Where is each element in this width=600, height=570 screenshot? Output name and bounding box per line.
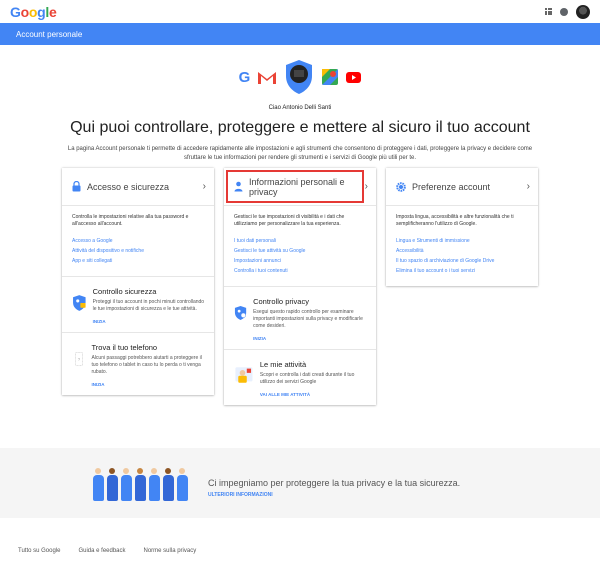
my-activity-button[interactable]: VAI ALLE MIE ATTIVITÀ — [260, 392, 368, 397]
link-accessibilita[interactable]: Accessibilità — [396, 248, 530, 254]
page-subtitle: La pagina Account personale ti permette … — [67, 146, 533, 161]
feature-title: Controllo privacy — [253, 297, 309, 306]
feature-title: Trova il tuo telefono — [91, 343, 158, 352]
top-icons — [545, 4, 590, 19]
card-privacy-header[interactable]: Informazioni personali e privacy › — [224, 168, 376, 206]
security-shield-icon — [73, 295, 86, 311]
card-body: Gestisci le tue impostazioni di visibili… — [224, 206, 376, 286]
link-gestisci-attivita[interactable]: Gestisci le tue attività su Google — [234, 248, 368, 254]
privacy-banner: Ci impegniamo per proteggere la tua priv… — [0, 448, 600, 518]
card-description: Imposta lingua, accessibilità e altre fu… — [396, 214, 514, 227]
bell-icon[interactable] — [560, 7, 568, 16]
card-title: Accesso e sicurezza — [87, 181, 170, 192]
card-links: Accesso a Google Attività del dispositiv… — [72, 238, 206, 264]
feature-text: Esegui questo rapido controllo per esami… — [253, 309, 363, 329]
card-prefs-header[interactable]: Preferenze account › — [386, 168, 538, 206]
phone-icon: ? — [75, 352, 83, 367]
page-title: Qui puoi controllare, proteggere e mette… — [70, 119, 530, 136]
column-security: Accesso e sicurezza › Controlla le impos… — [62, 168, 214, 395]
footer-link-help[interactable]: Guida e feedback — [78, 548, 125, 554]
card-security: Accesso e sicurezza › Controlla le impos… — [62, 168, 214, 395]
people-illustration — [92, 468, 188, 501]
google-logo[interactable]: Google — [10, 4, 57, 20]
link-accesso-google[interactable]: Accesso a Google — [72, 238, 206, 244]
link-dati-personali[interactable]: I tuoi dati personali — [234, 238, 368, 244]
card-links: Lingua e Strumenti di immissione Accessi… — [396, 238, 530, 274]
link-controlla-contenuti[interactable]: Controlla i tuoi contenuti — [234, 268, 368, 274]
feature-text: Scopri e controlla i dati creati durante… — [259, 372, 355, 385]
card-title: Preferenze account — [412, 181, 491, 192]
cards-area: Accesso e sicurezza › Controlla le impos… — [62, 168, 538, 405]
link-elimina-account[interactable]: Elimina il tuo account o i tuoi servizi — [396, 268, 530, 274]
card-privacy: Informazioni personali e privacy › Gesti… — [224, 168, 376, 405]
chevron-right-icon: › — [202, 181, 206, 192]
activity-icon — [235, 367, 253, 383]
link-drive-storage[interactable]: Il tuo spazio di archiviazione di Google… — [396, 258, 530, 264]
start-button[interactable]: INIZIA — [93, 319, 206, 324]
highlight-box — [226, 170, 364, 203]
chevron-right-icon: › — [526, 181, 530, 192]
link-impostazioni-annunci[interactable]: Impostazioni annunci — [234, 258, 368, 264]
account-header-bar: Account personale — [0, 23, 600, 45]
card-prefs: Preferenze account › Imposta lingua, acc… — [386, 168, 538, 286]
card-body: Imposta lingua, accessibilità e altre fu… — [386, 206, 538, 286]
feature-title: Le mie attività — [259, 360, 307, 369]
gmail-icon — [258, 70, 277, 84]
google-g-icon: G — [238, 68, 251, 86]
link-lingua[interactable]: Lingua e Strumenti di immissione — [396, 238, 530, 244]
feature-text: Proteggi il tuo account in pochi minuti … — [92, 299, 205, 312]
card-description: Gestisci le tue impostazioni di visibili… — [234, 214, 345, 227]
footer-link-privacy[interactable]: Norme sulla privacy — [144, 548, 197, 554]
card-description: Controlla le impostazioni relative alla … — [72, 214, 189, 227]
link-attivita-dispositivo[interactable]: Attività del dispositivo e notifiche — [72, 248, 206, 254]
card-links: I tuoi dati personali Gestisci le tue at… — [234, 238, 368, 274]
feature-mie-attivita: Le mie attività Scopri e controlla i dat… — [224, 349, 376, 405]
start-button[interactable]: INIZIA — [253, 336, 368, 341]
apps-grid-icon[interactable] — [545, 8, 552, 15]
footer: Tutto su Google Guida e feedback Norme s… — [18, 548, 196, 554]
account-shield-icon — [286, 60, 313, 94]
gear-icon — [396, 181, 406, 192]
top-bar: Google — [0, 0, 600, 23]
footer-link-about[interactable]: Tutto su Google — [18, 548, 60, 554]
feature-title: Controllo sicurezza — [92, 287, 157, 296]
hero: G Ciao Antonio Delli Santi Qui puoi cont… — [0, 57, 600, 163]
maps-icon — [322, 69, 339, 85]
learn-more-link[interactable]: ULTERIORI INFORMAZIONI — [208, 492, 273, 498]
column-privacy: Informazioni personali e privacy › Gesti… — [224, 168, 376, 405]
feature-controllo-sicurezza: Controllo sicurezza Proteggi il tuo acco… — [62, 276, 214, 332]
youtube-icon — [346, 71, 362, 83]
banner-text: Ci impegniamo per proteggere la tua priv… — [208, 478, 461, 488]
product-icons: G — [0, 57, 600, 97]
chevron-right-icon: › — [364, 181, 368, 192]
feature-controllo-privacy: Controllo privacy Esegui questo rapido c… — [224, 286, 376, 349]
start-button[interactable]: INIZIA — [91, 382, 206, 387]
greeting: Ciao Antonio Delli Santi — [268, 105, 332, 111]
avatar[interactable] — [576, 4, 590, 19]
link-app-siti[interactable]: App e siti collegati — [72, 258, 206, 264]
page-section-title: Account personale — [16, 29, 83, 39]
feature-text: Alcuni passaggi potrebbero aiutarti a pr… — [91, 355, 202, 375]
privacy-shield-icon — [234, 305, 247, 321]
card-body: Controlla le impostazioni relative alla … — [62, 206, 214, 276]
card-security-header[interactable]: Accesso e sicurezza › — [62, 168, 214, 206]
feature-trova-telefono: ? Trova il tuo telefono Alcuni passaggi … — [62, 332, 214, 395]
column-prefs: Preferenze account › Imposta lingua, acc… — [386, 168, 538, 286]
lock-icon — [72, 181, 81, 192]
